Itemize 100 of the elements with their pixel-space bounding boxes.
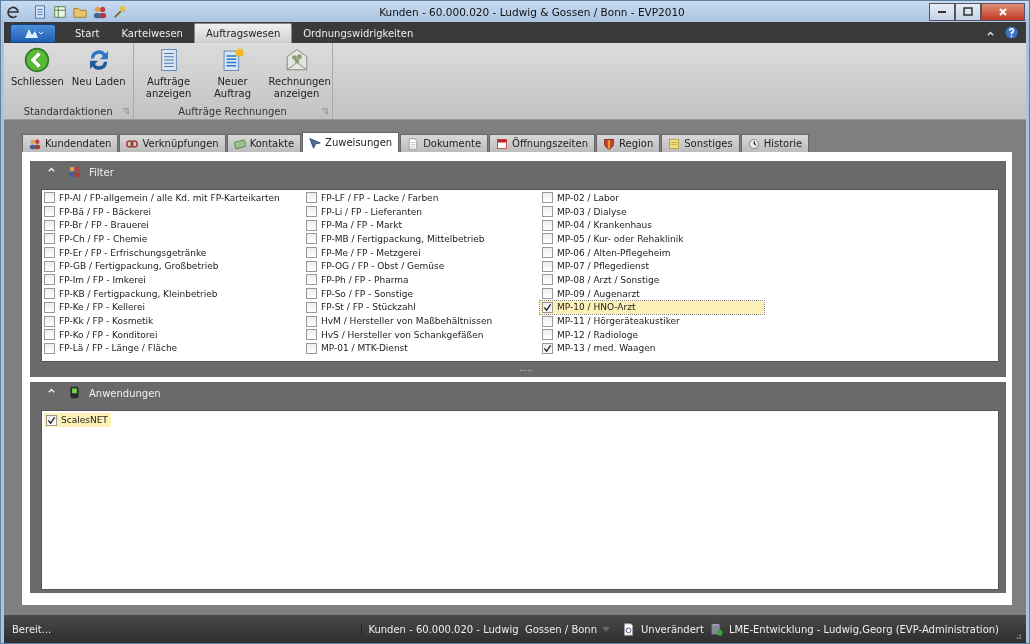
dialog-launcher-icon[interactable] [121,108,129,115]
checkbox[interactable] [542,206,553,218]
checkbox[interactable] [306,288,317,300]
checkbox[interactable] [306,247,317,259]
tab[interactable]: Historie [740,134,810,152]
checkbox-item[interactable]: HvS / Hersteller von Schankgefäßen [304,327,540,342]
ribbon-tab[interactable]: Karteiwesen [110,23,194,43]
ribbon-tab[interactable]: Auftragswesen [193,23,293,43]
checkbox[interactable] [306,329,317,341]
help-icon[interactable] [1005,26,1018,39]
checkbox[interactable] [44,342,55,354]
checkbox[interactable] [44,219,55,231]
checkbox[interactable] [44,192,55,204]
tab[interactable]: Zuweisungen [302,132,400,152]
checkbox[interactable] [542,274,553,286]
checkbox[interactable] [44,274,55,286]
checkbox-item[interactable]: FP-Ma / FP - Markt [304,218,540,233]
checkbox-item[interactable]: MP-12 / Radiologe [540,327,764,342]
checkbox[interactable] [542,288,553,300]
minimize-button[interactable] [929,2,955,21]
checkbox-item[interactable]: MP-13 / med. Waagen [540,341,764,356]
checkbox-item[interactable]: MP-05 / Kur- oder Rehaklinik [540,232,764,246]
checkbox[interactable] [44,233,55,245]
ribbon-button[interactable]: Schliessen [8,43,67,104]
checkbox-item[interactable]: HvM / Hersteller von Maßbehältnissen [304,314,540,328]
checkbox[interactable] [542,260,553,272]
checkbox[interactable] [306,342,317,354]
splitter-grip-icon[interactable] [518,369,532,373]
checkbox[interactable] [44,206,55,218]
checkbox-item[interactable]: FP-LF / FP - Lacke / Farben [304,191,540,205]
record-dropdown[interactable]: Kunden - 60.000.020 - Ludwig Gossen / Bonn [361,623,617,635]
checkbox-item[interactable]: MP-02 / Labor [540,191,764,205]
checkbox-item[interactable]: FP-Me / FP - Metzgerei [304,245,540,260]
checkbox-item[interactable]: ScalesNET [44,413,111,427]
ribbon-button[interactable]: Neuer Auftrag [201,43,264,104]
checkbox[interactable] [44,315,55,327]
checkbox-item[interactable]: FP-Li / FP - Lieferanten [304,204,540,219]
tab[interactable]: Kundendaten [22,134,119,152]
tools-icon[interactable] [113,4,127,19]
checkbox-item[interactable]: FP-MB / Fertigpackung, Mittelbetrieb [304,232,540,246]
checkbox[interactable] [542,192,553,204]
tab[interactable]: Sonstiges [661,134,740,152]
chevron-up-icon[interactable] [47,386,56,396]
checkbox-item[interactable]: FP-Bä / FP - Bäckerei [42,204,304,219]
checkbox-item[interactable]: FP-GB / Fertigpackung, Großbetrieb [42,259,304,274]
checkbox[interactable] [46,414,57,426]
checkbox-item[interactable]: MP-07 / Pflegedienst [540,259,764,274]
application-menu-button[interactable] [10,24,56,43]
checkbox-item[interactable]: MP-08 / Arzt / Sonstige [540,273,764,287]
checkbox-item[interactable]: MP-10 / HNO-Arzt [540,300,764,315]
checkbox-item[interactable]: FP-So / FP - Sonstige [304,286,540,301]
checkbox[interactable] [306,219,317,231]
checkbox-item[interactable]: FP-Kk / FP - Kosmetik [42,314,304,328]
checkbox[interactable] [306,315,317,327]
checkbox[interactable] [542,315,553,327]
checkbox-item[interactable]: FP-Ke / FP - Kellerei [42,300,304,315]
ribbon-button[interactable]: Rechnungen anzeigen [265,43,328,104]
table-icon[interactable] [53,4,67,19]
checkbox[interactable] [44,329,55,341]
checkbox-item[interactable]: FP-Im / FP - Imkerei [42,273,304,287]
checkbox-item[interactable]: FP-Br / FP - Brauerei [42,218,304,233]
checkbox-item[interactable]: FP-Ch / FP - Chemie [42,232,304,246]
ribbon-tab[interactable]: Start [64,23,111,43]
checkbox[interactable] [542,247,553,259]
checkbox-item[interactable]: FP-Lä / FP - Länge / Fläche [42,341,304,356]
checkbox[interactable] [542,219,553,231]
checkbox-item[interactable]: MP-03 / Dialyse [540,204,764,219]
checkbox[interactable] [542,301,553,313]
checkbox[interactable] [542,233,553,245]
checkbox-item[interactable]: MP-09 / Augenarzt [540,286,764,301]
checkbox[interactable] [44,301,55,313]
checkbox-item[interactable]: MP-04 / Krankenhaus [540,218,764,233]
checkbox[interactable] [306,274,317,286]
checkbox[interactable] [306,301,317,313]
checkbox-item[interactable]: FP-OG / FP - Obst / Gemüse [304,259,540,274]
checkbox-item[interactable]: FP-Ph / FP - Pharma [304,273,540,287]
ribbon-tab[interactable]: Ordnungswidrigkeiten [292,23,425,43]
tab[interactable]: Kontakte [226,134,302,152]
checkbox-item[interactable]: MP-01 / MTK-Dienst [304,341,540,356]
checkbox-item[interactable]: FP-KB / Fertigpackung, Kleinbetrieb [42,286,304,301]
checkbox[interactable] [542,329,553,341]
checkbox[interactable] [306,260,317,272]
checkbox[interactable] [44,247,55,259]
maximize-button[interactable] [955,2,981,21]
checkbox-item[interactable]: FP-Ko / FP - Konditorei [42,327,304,342]
checkbox-item[interactable]: FP-Er / FP - Erfrischungsgetränke [42,245,304,260]
tab[interactable]: Dokumente [400,134,489,152]
checkbox[interactable] [542,342,553,354]
ribbon-button[interactable]: Neu Laden [68,43,129,104]
ribbon-button[interactable]: Aufträge anzeigen [137,43,200,104]
chevron-up-icon[interactable] [986,29,995,38]
checkbox-item[interactable]: FP-Al / FP-allgemein / alle Kd. mit FP-Karteikarten [42,191,304,205]
checkbox[interactable] [306,206,317,218]
checkbox[interactable] [306,233,317,245]
tab[interactable]: Verknüpfungen [119,134,226,152]
document-icon[interactable] [33,4,47,19]
people-icon[interactable] [93,4,107,19]
checkbox[interactable] [306,192,317,204]
tab[interactable]: Region [596,134,661,152]
checkbox-item[interactable]: MP-11 / Hörgeräteakustiker [540,314,764,328]
